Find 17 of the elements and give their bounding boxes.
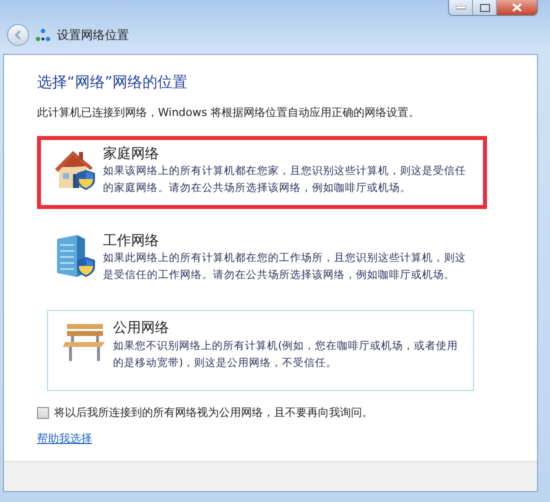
help-link[interactable]: 帮助我选择 <box>37 431 92 448</box>
checkbox[interactable] <box>37 406 49 419</box>
page-heading: 选择“网络”网络的位置 <box>37 73 189 91</box>
back-button[interactable] <box>7 24 29 46</box>
checkbox-label: 将以后我所连接到的所有网络视为公用网络，且不要再向我询问。 <box>54 404 373 421</box>
network-icon <box>35 28 51 42</box>
network-location-option[interactable]: 公用网络 如果您不识别网络上的所有计算机(例如，您在咖啡厅或机场，或者使用的是移动宽带)，则这是公用网络，不受信任。 <box>47 310 474 391</box>
maximize-icon <box>480 4 490 12</box>
close-icon <box>512 3 522 12</box>
maximize-button[interactable] <box>473 0 497 15</box>
close-button[interactable] <box>497 0 537 15</box>
minimize-icon <box>456 6 466 10</box>
network-location-option[interactable]: 家庭网络 如果该网络上的所有计算机都在您家，且您识别这些计算机，则这是受信任的家庭网络。请勿在公共场所选择该网络，例如咖啡厅或机场。 <box>37 136 487 209</box>
window-title: 设置网络位置 <box>57 27 129 44</box>
network-location-option[interactable]: 工作网络 如果此网络上的所有计算机都在您的工作场所，且您识别这些计算机，则这是受信任的工作网络。请勿在公共场所选择该网络，例如咖啡厅或机场。 <box>37 222 487 296</box>
minimize-button[interactable] <box>449 0 473 15</box>
intro-text: 此计算机已连接到网络，Windows 将根据网络位置自动应用正确的网络设置。 <box>37 105 421 121</box>
